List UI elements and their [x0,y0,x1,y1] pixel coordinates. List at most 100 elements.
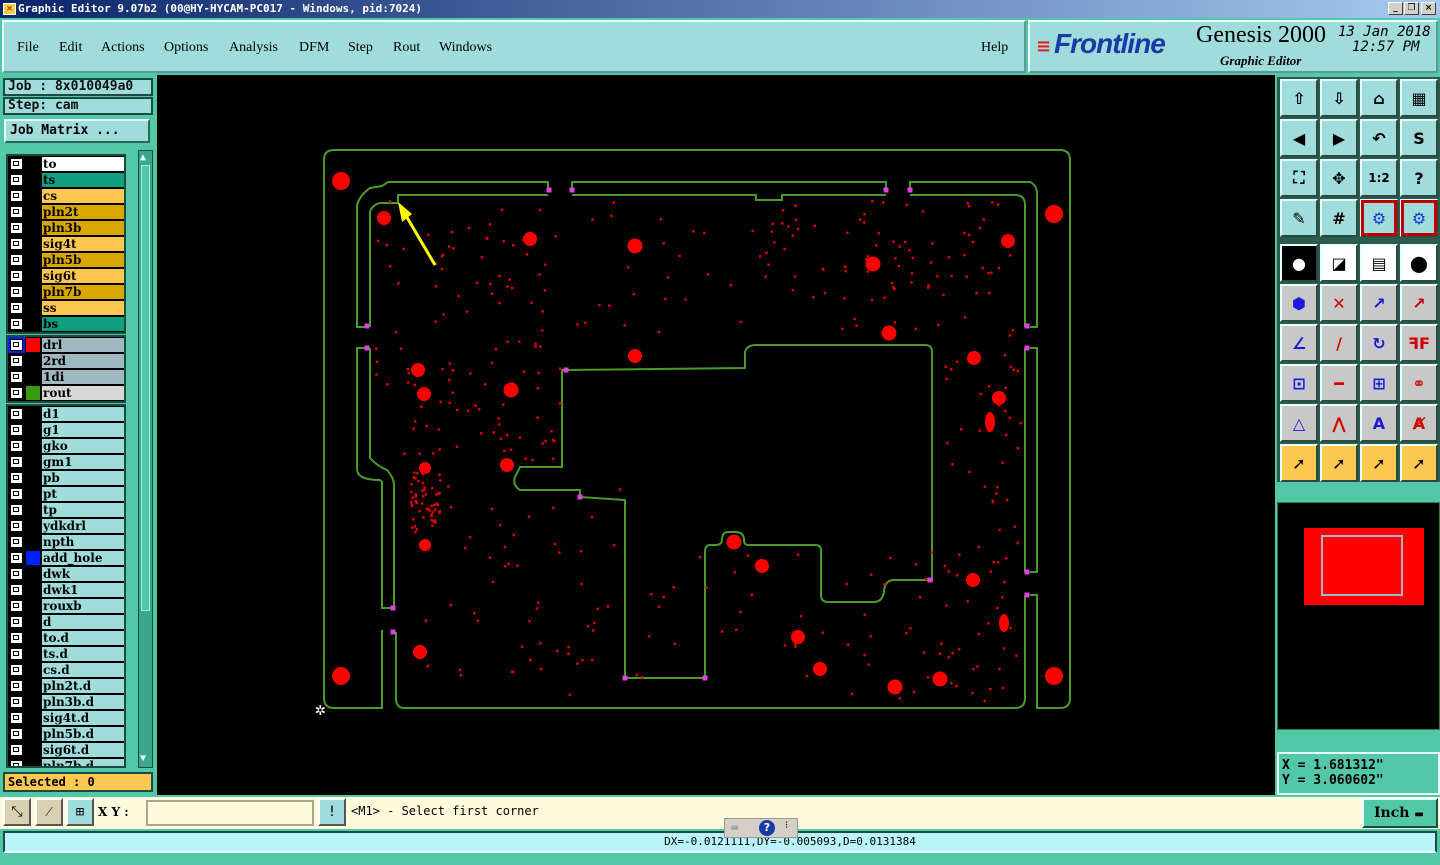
layer-name[interactable]: dwk [42,567,124,581]
net-view-icon[interactable]: ⚙ [1400,199,1438,237]
layer-row-pb[interactable]: pb [8,470,124,486]
layer-checkbox[interactable] [10,355,23,367]
next-layer-icon[interactable]: ▶ [1320,119,1358,157]
layer-checkbox[interactable] [10,318,23,330]
layer-row-to.d[interactable]: to.d [8,630,124,646]
layer-checkbox[interactable] [10,440,23,452]
select-arrow-icon[interactable]: ➚ [1280,444,1318,482]
rotate-icon[interactable]: ↻ [1360,324,1398,362]
layer-checkbox[interactable] [10,712,23,724]
scale-icon[interactable]: ⁄ [35,798,63,826]
layer-name[interactable]: rouxb [42,599,124,613]
layer-checkbox[interactable] [10,664,23,676]
layer-row-sig4t[interactable]: sig4t [8,236,124,252]
graphic-window-icon[interactable]: ▦ [1400,79,1438,117]
layer-row-cs.d[interactable]: cs.d [8,662,124,678]
layer-checkbox[interactable] [10,632,23,644]
layer-row-g1[interactable]: g1 [8,422,124,438]
layer-checkbox[interactable] [10,174,23,186]
layer-checkbox[interactable] [10,584,23,596]
layer-checkbox[interactable] [10,488,23,500]
select-net-icon[interactable]: ➚ [1400,444,1438,482]
xy-input[interactable] [146,800,314,826]
layer-row-d[interactable]: d [8,614,124,630]
layer-checkbox[interactable] [10,680,23,692]
zoom-area-icon[interactable]: ⤡ [3,798,31,826]
layer-row-pln3b[interactable]: pln3b [8,220,124,236]
layer-row-pln7b[interactable]: pln7b [8,284,124,300]
layer-name[interactable]: ss [42,301,124,315]
layer-name[interactable]: pln3b [42,221,124,235]
layer-row-pln2t.d[interactable]: pln2t.d [8,678,124,694]
menu-windows[interactable]: Windows [439,40,492,56]
layer-row-dwk[interactable]: dwk [8,566,124,582]
zoom-pan-icon[interactable]: ✥ [1320,159,1358,197]
layer-name[interactable]: rout [42,386,124,400]
layer-row-tp[interactable]: tp [8,502,124,518]
tools-palette-icon[interactable]: ✎ [1280,199,1318,237]
layer-checkbox[interactable] [10,728,23,740]
alert-icon[interactable]: ! [318,798,346,826]
layer-row-pt[interactable]: pt [8,486,124,502]
split-line-icon[interactable]: / [1320,324,1358,362]
scroll-up-icon[interactable]: ▲ [140,152,151,164]
layer-name[interactable]: pln2t.d [42,679,124,693]
arc-small-icon[interactable]: △ [1280,404,1318,442]
layer-checkbox[interactable] [10,424,23,436]
keyboard-icon[interactable]: ⌨ [731,821,738,835]
layer-row-npth[interactable]: npth [8,534,124,550]
layer-row-rouxb[interactable]: rouxb [8,598,124,614]
measure-ruler-icon[interactable]: ▤ [1360,244,1398,282]
layer-row-gm1[interactable]: gm1 [8,454,124,470]
layer-name[interactable]: sig6t [42,269,124,283]
layer-name[interactable]: dwk1 [42,583,124,597]
layer-row-drl[interactable]: drl [8,337,124,353]
layer-name[interactable]: to [42,157,124,171]
layer-checkbox[interactable] [10,190,23,202]
layer-name[interactable]: g1 [42,423,124,437]
layer-name[interactable]: d [42,615,124,629]
layer-name[interactable]: pln2t [42,205,124,219]
layer-name[interactable]: gm1 [42,455,124,469]
layer-row-pln3b.d[interactable]: pln3b.d [8,694,124,710]
layer-checkbox[interactable] [10,536,23,548]
menu-analysis[interactable]: Analysis [229,40,278,56]
layer-row-pln5b.d[interactable]: pln5b.d [8,726,124,742]
layer-name[interactable]: cs [42,189,124,203]
layer-row-pln5b[interactable]: pln5b [8,252,124,268]
layer-checkbox[interactable] [10,222,23,234]
layer-checkbox[interactable] [10,238,23,250]
layer-row-bs[interactable]: bs [8,316,124,332]
add-pad-icon[interactable]: ● [1280,244,1318,282]
layer-name[interactable]: pln7b.d [42,759,124,766]
layer-row-gko[interactable]: gko [8,438,124,454]
mirror-icon[interactable]: ꟻF [1400,324,1438,362]
menu-actions[interactable]: Actions [101,40,145,56]
layer-row-pln7b.d[interactable]: pln7b.d [8,758,124,766]
line-icon[interactable]: ∠ [1280,324,1318,362]
layer-checkbox[interactable] [10,158,23,170]
move-pad-icon[interactable]: ↗ [1360,284,1398,322]
job-matrix-button[interactable]: Job Matrix ... [4,119,150,143]
help-icon[interactable]: ? [1400,159,1438,197]
layer-checkbox[interactable] [8,337,25,353]
delete-icon[interactable]: ✕ [1320,284,1358,322]
layer-checkbox[interactable] [10,520,23,532]
layer-name[interactable]: sig4t [42,237,124,251]
select-box-icon[interactable]: ➚ [1320,444,1358,482]
layer-name[interactable]: gko [42,439,124,453]
layer-name[interactable]: npth [42,535,124,549]
layer-name[interactable]: 1di [42,370,124,384]
units-select[interactable]: Inch ▬ [1362,798,1438,828]
layer-checkbox[interactable] [10,600,23,612]
layer-checkbox[interactable] [10,206,23,218]
menu-step[interactable]: Step [348,40,373,56]
layer-row-cs[interactable]: cs [8,188,124,204]
layer-name[interactable]: ts [42,173,124,187]
layer-row-dwk1[interactable]: dwk1 [8,582,124,598]
snap-icon[interactable]: S [1400,119,1438,157]
connect-icon[interactable]: ⬢ [1280,284,1318,322]
layer-name[interactable]: sig6t.d [42,743,124,757]
menu-help[interactable]: Help [981,40,1008,56]
layer-name[interactable]: tp [42,503,124,517]
